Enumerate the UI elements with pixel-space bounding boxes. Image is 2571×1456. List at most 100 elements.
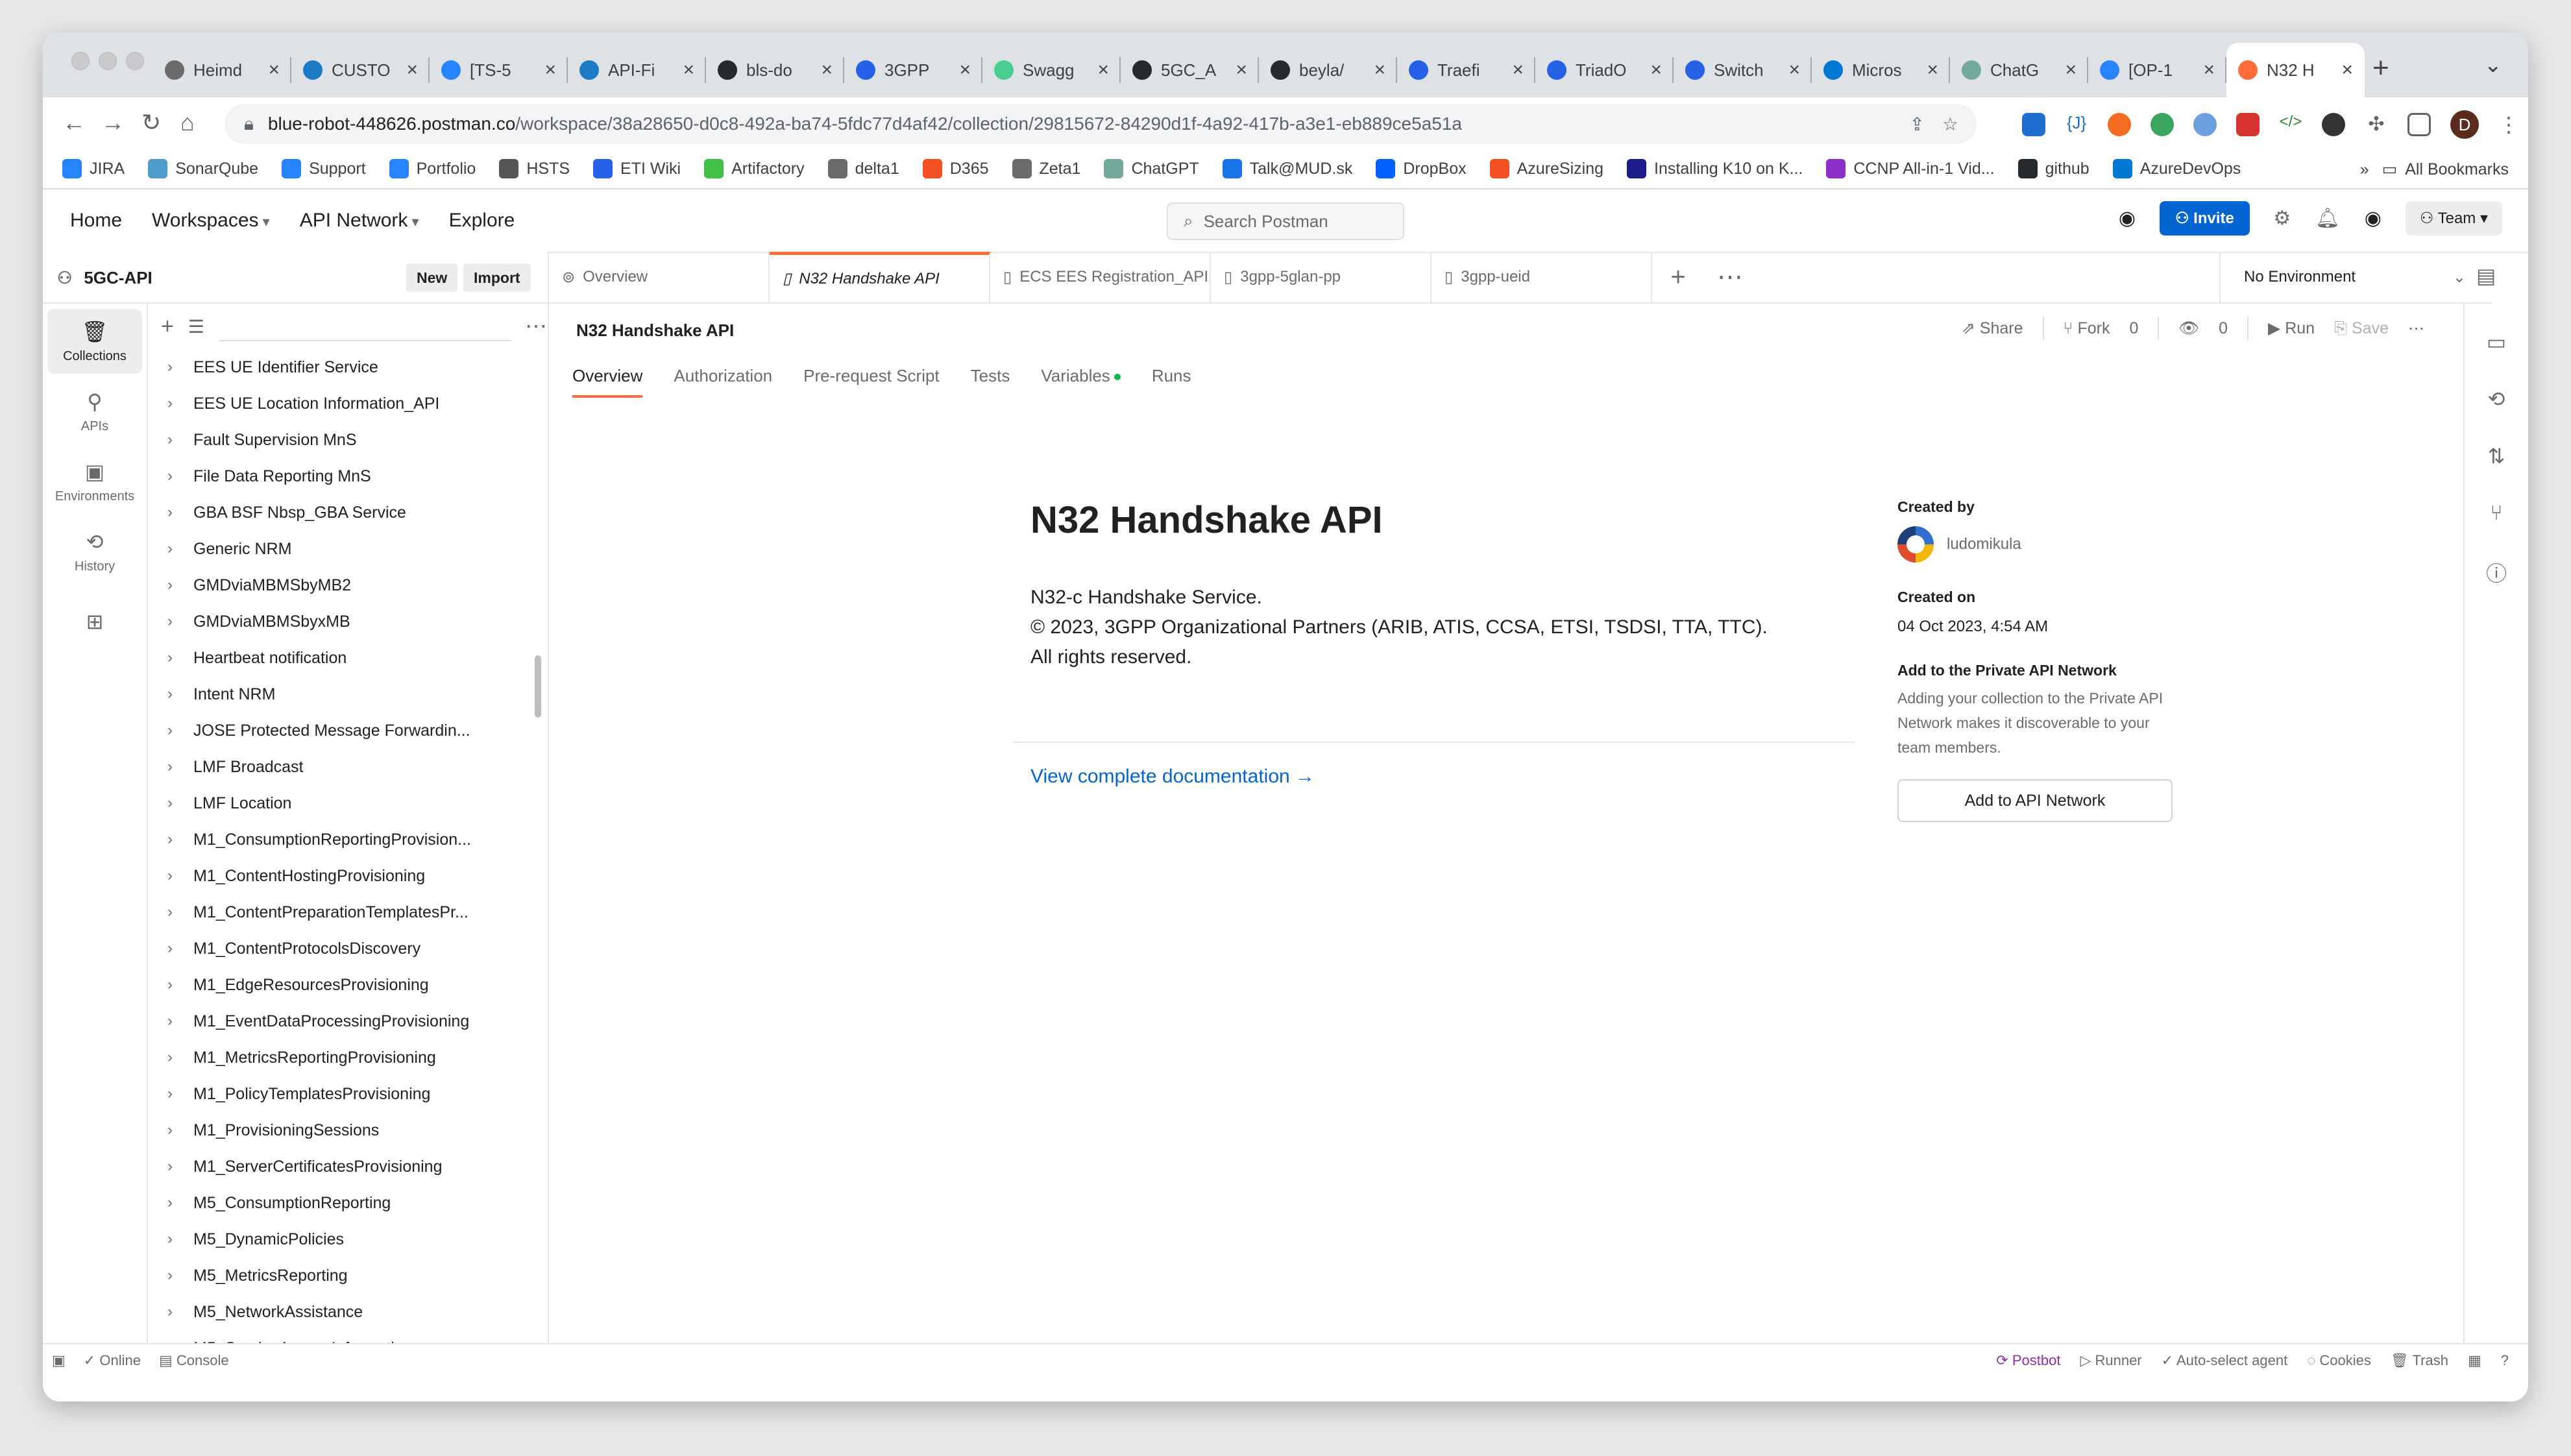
forward-arrow-icon[interactable]: →	[101, 109, 125, 136]
sidebar-item-apis[interactable]: ⚲ APIs	[47, 379, 142, 444]
nav-workspaces[interactable]: Workspaces	[152, 210, 270, 232]
chevron-right-icon[interactable]: ›	[167, 613, 193, 631]
collection-item[interactable]: › M1_PolicyTemplatesProvisioning	[148, 1076, 548, 1112]
reload-icon[interactable]: ↻	[141, 109, 161, 136]
team-button[interactable]: ⚇ Team ▾	[2405, 201, 2502, 236]
bookmark-item[interactable]: AzureDevOps	[2112, 159, 2241, 178]
bookmark-item[interactable]: Artifactory	[704, 159, 805, 178]
help-icon[interactable]: ?	[2501, 1352, 2509, 1369]
comments-icon[interactable]: ▭	[2487, 330, 2506, 354]
close-icon[interactable]: ×	[1097, 59, 1109, 81]
bookmark-item[interactable]: Talk@MUD.sk	[1222, 159, 1352, 178]
subtab-variables[interactable]: Variables	[1041, 366, 1121, 398]
chevron-right-icon[interactable]: ›	[167, 903, 193, 921]
share-page-icon[interactable]: ⇪	[1910, 114, 1925, 135]
filter-input[interactable]	[218, 311, 511, 341]
side-panel-icon[interactable]	[2407, 113, 2431, 136]
bookmark-item[interactable]: Zeta1	[1012, 159, 1080, 178]
tab-3gpp-5glan-pp[interactable]: ▯ 3gpp-5glan-pp	[1211, 252, 1432, 302]
code-extension-icon[interactable]: </>	[2279, 113, 2302, 136]
collection-title[interactable]: N32 Handshake API	[576, 321, 734, 341]
browser-tab[interactable]: bls-do ×	[706, 43, 844, 97]
bookmark-item[interactable]: github	[2017, 159, 2090, 178]
add-to-api-network-button[interactable]: Add to API Network	[1897, 779, 2173, 822]
close-icon[interactable]: ×	[1650, 59, 1662, 81]
collection-item[interactable]: › LMF Broadcast	[148, 749, 548, 785]
chevron-right-icon[interactable]: ›	[167, 394, 193, 413]
chevron-right-icon[interactable]: ›	[167, 1267, 193, 1285]
puzzle-icon[interactable]: ✣	[2365, 113, 2388, 136]
close-window-button[interactable]	[71, 52, 90, 70]
all-bookmarks[interactable]: » ▭ All Bookmarks	[2360, 149, 2509, 189]
add-collection-icon[interactable]: +	[161, 314, 174, 339]
subtab-pre-request-script[interactable]: Pre-request Script	[803, 366, 940, 398]
save-button[interactable]: ⎘ Save	[2334, 319, 2389, 338]
bookmark-item[interactable]: Installing K10 on K...	[1627, 159, 1803, 178]
bookmarks-overflow-icon[interactable]: »	[2360, 160, 2369, 179]
close-icon[interactable]: ×	[1927, 59, 1938, 81]
online-status[interactable]: ✓ Online	[84, 1352, 141, 1369]
browser-tab[interactable]: Swagg ×	[982, 43, 1121, 97]
search-input[interactable]: ⌕ Search Postman	[1167, 202, 1404, 240]
browser-tab[interactable]: TriadO ×	[1535, 43, 1674, 97]
browser-tab[interactable]: 5GC_A ×	[1121, 43, 1259, 97]
bookmark-item[interactable]: JIRA	[62, 159, 125, 178]
collection-item[interactable]: › Fault Supervision MnS	[148, 422, 548, 458]
collection-item[interactable]: › LMF Location	[148, 785, 548, 821]
postbot-button[interactable]: ⟳ Postbot	[1996, 1352, 2060, 1369]
extension-icon[interactable]	[2022, 113, 2045, 136]
collection-item[interactable]: › M1_ServerCertificatesProvisioning	[148, 1148, 548, 1185]
close-icon[interactable]: ×	[544, 59, 556, 81]
sidebar-item-collections[interactable]: 🗑︎ Collections	[47, 309, 142, 374]
collection-item[interactable]: › M1_ContentHostingProvisioning	[148, 858, 548, 894]
collection-item[interactable]: › M5_MetricsReporting	[148, 1257, 548, 1294]
bookmark-item[interactable]: HSTS	[499, 159, 570, 178]
chevron-right-icon[interactable]: ›	[167, 1158, 193, 1176]
bookmark-item[interactable]: Portfolio	[389, 159, 476, 178]
collection-item[interactable]: › M1_ProvisioningSessions	[148, 1112, 548, 1148]
browser-tab[interactable]: [OP-1 ×	[2088, 43, 2226, 97]
watch-eye-icon[interactable]: 👁︎	[2178, 319, 2199, 338]
bookmark-item[interactable]: D365	[922, 159, 989, 178]
tab-search-chevron-icon[interactable]: ⌄	[2484, 52, 2503, 78]
nav-home[interactable]: Home	[70, 210, 122, 232]
collection-item[interactable]: › M5_NetworkAssistance	[148, 1294, 548, 1330]
chevron-right-icon[interactable]: ›	[167, 1012, 193, 1030]
browser-tab[interactable]: API-Fi ×	[568, 43, 706, 97]
collection-item[interactable]: › Generic NRM	[148, 531, 548, 567]
bookmark-item[interactable]: ETI Wiki	[593, 159, 681, 178]
close-icon[interactable]: ×	[1788, 59, 1800, 81]
collection-item[interactable]: › Intent NRM	[148, 676, 548, 712]
collection-item[interactable]: › Heartbeat notification	[148, 640, 548, 676]
chevron-right-icon[interactable]: ›	[167, 576, 193, 594]
layout-icon[interactable]: ▦	[2468, 1352, 2481, 1369]
browser-tab[interactable]: N32 H ×	[2226, 43, 2365, 97]
close-icon[interactable]: ×	[683, 59, 694, 81]
chevron-right-icon[interactable]: ›	[167, 940, 193, 958]
extension-icon[interactable]	[2236, 113, 2260, 136]
nav-explore[interactable]: Explore	[449, 210, 515, 232]
close-icon[interactable]: ×	[2341, 59, 2353, 81]
collection-item[interactable]: › M1_ContentPreparationTemplatesPr...	[148, 894, 548, 930]
nav-api-network[interactable]: API Network	[300, 210, 419, 232]
tab-n32-handshake-api[interactable]: ▯ N32 Handshake API	[770, 252, 990, 302]
chevron-right-icon[interactable]: ›	[167, 831, 193, 849]
chevron-right-icon[interactable]: ›	[167, 1049, 193, 1067]
cookies-button[interactable]: ◌ Cookies	[2307, 1352, 2371, 1369]
notification-bell-icon[interactable]: 🔔︎	[2315, 206, 2341, 232]
back-arrow-icon[interactable]: ←	[62, 109, 86, 136]
minimize-window-button[interactable]	[99, 52, 117, 70]
chevron-right-icon[interactable]: ›	[167, 504, 193, 522]
tab-3gpp-ueid[interactable]: ▯ 3gpp-ueid	[1432, 252, 1652, 302]
chevron-right-icon[interactable]: ›	[167, 867, 193, 885]
collection-item[interactable]: › GMDviaMBMSbyxMB	[148, 603, 548, 640]
new-tab-icon[interactable]: +	[2372, 52, 2389, 84]
bookmark-item[interactable]: AzureSizing	[1489, 159, 1603, 178]
close-icon[interactable]: ×	[1236, 59, 1247, 81]
collection-item[interactable]: › M1_EdgeResourcesProvisioning	[148, 967, 548, 1003]
browser-tab[interactable]: beyla/ ×	[1259, 43, 1397, 97]
sidebar-item-history[interactable]: ⟲ History	[47, 519, 142, 584]
more-options-icon[interactable]: ⋯	[525, 313, 547, 339]
pull-request-icon[interactable]: ⇅	[2488, 444, 2505, 468]
console-button[interactable]: ▤ Console	[159, 1352, 229, 1369]
